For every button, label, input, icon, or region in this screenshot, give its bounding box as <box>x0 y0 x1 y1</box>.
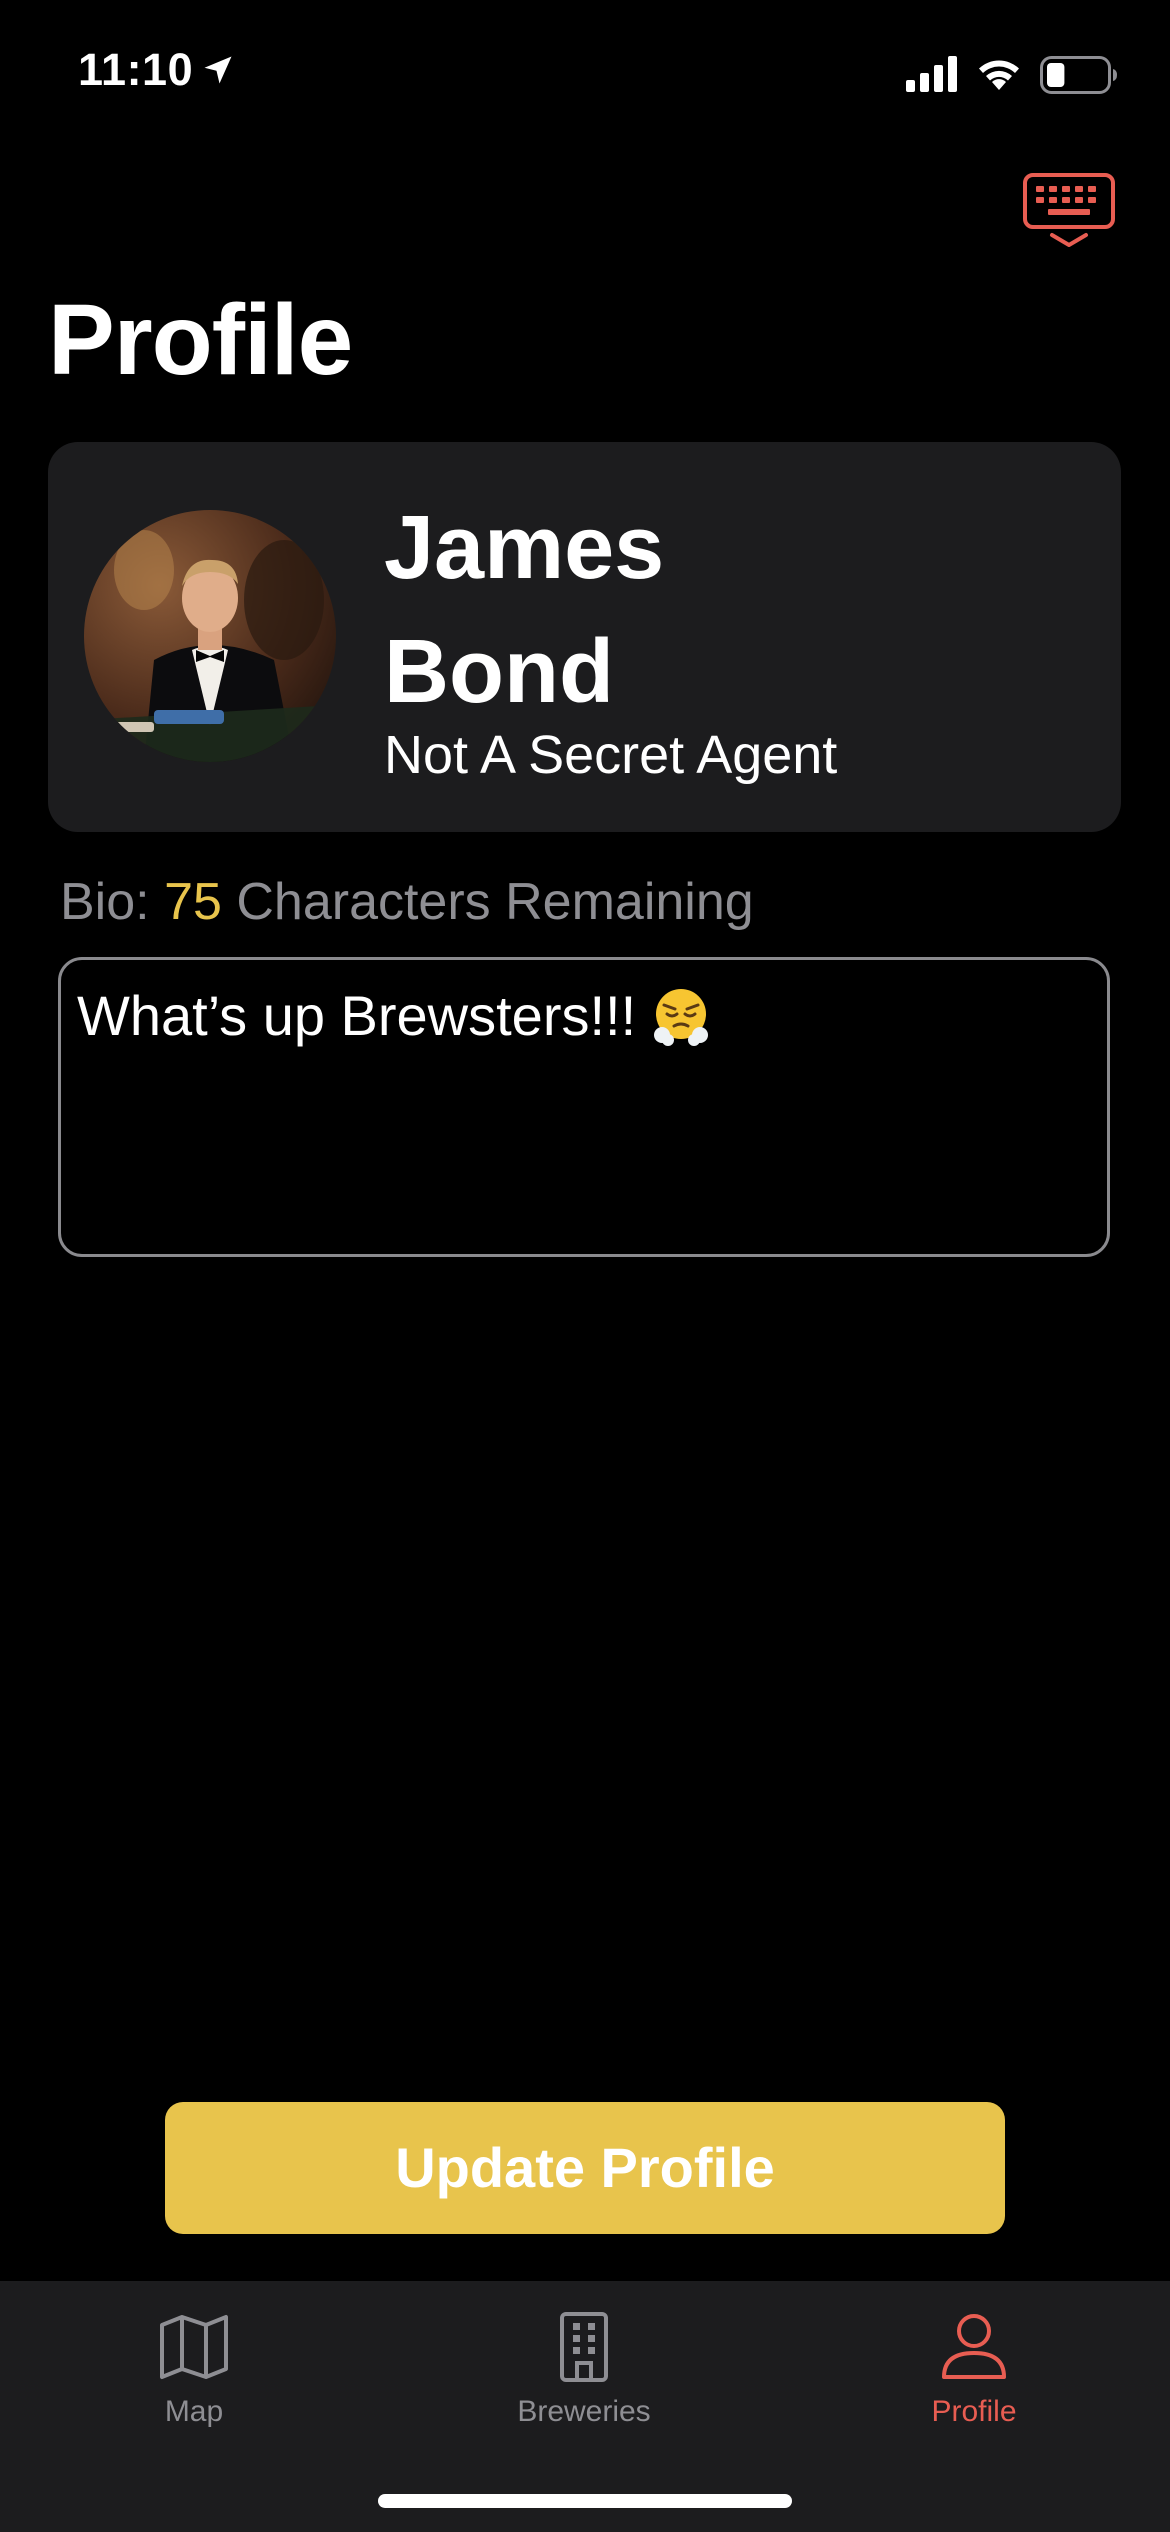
page-title: Profile <box>48 284 353 396</box>
tab-profile-label: Profile <box>931 2395 1017 2428</box>
bio-remaining-count: 75 <box>164 873 222 931</box>
profile-first-name: James <box>384 498 665 598</box>
tab-map-label: Map <box>164 2395 224 2428</box>
building-icon <box>560 2312 608 2382</box>
profile-card: James Bond Not A Secret Agent <box>48 442 1121 832</box>
status-time: 11:10 <box>78 44 194 95</box>
bio-label: Bio: 75 Characters Remaining <box>60 870 754 934</box>
update-profile-button[interactable]: Update Profile <box>165 2102 1005 2234</box>
cellular-signal-icon <box>906 56 957 92</box>
home-indicator <box>378 2494 792 2508</box>
avatar-photo <box>84 510 336 762</box>
profile-tagline: Not A Secret Agent <box>384 725 838 785</box>
map-icon <box>160 2315 228 2379</box>
face-with-steam-emoji-icon <box>654 989 709 1046</box>
tab-profile[interactable]: Profile <box>824 2311 1124 2451</box>
bio-label-prefix: Bio: <box>60 873 150 931</box>
profile-last-name: Bond <box>384 622 614 722</box>
tab-breweries[interactable]: Breweries <box>434 2311 734 2451</box>
bio-text-field[interactable]: What’s up Brewsters!!! <box>58 957 1110 1257</box>
tab-map[interactable]: Map <box>44 2311 344 2451</box>
wifi-icon <box>979 60 1019 90</box>
profile-name: James Bond <box>384 486 984 734</box>
keyboard-dismiss-icon[interactable] <box>1022 172 1116 252</box>
avatar[interactable] <box>84 510 336 762</box>
location-arrow-icon <box>204 56 232 84</box>
bio-label-suffix: Characters Remaining <box>236 873 754 931</box>
tab-breweries-label: Breweries <box>517 2395 651 2428</box>
bio-text: What’s up Brewsters!!! <box>77 984 637 1047</box>
person-icon <box>942 2314 1006 2379</box>
status-bar: 11:10 <box>0 0 1170 150</box>
battery-icon <box>1040 56 1117 94</box>
